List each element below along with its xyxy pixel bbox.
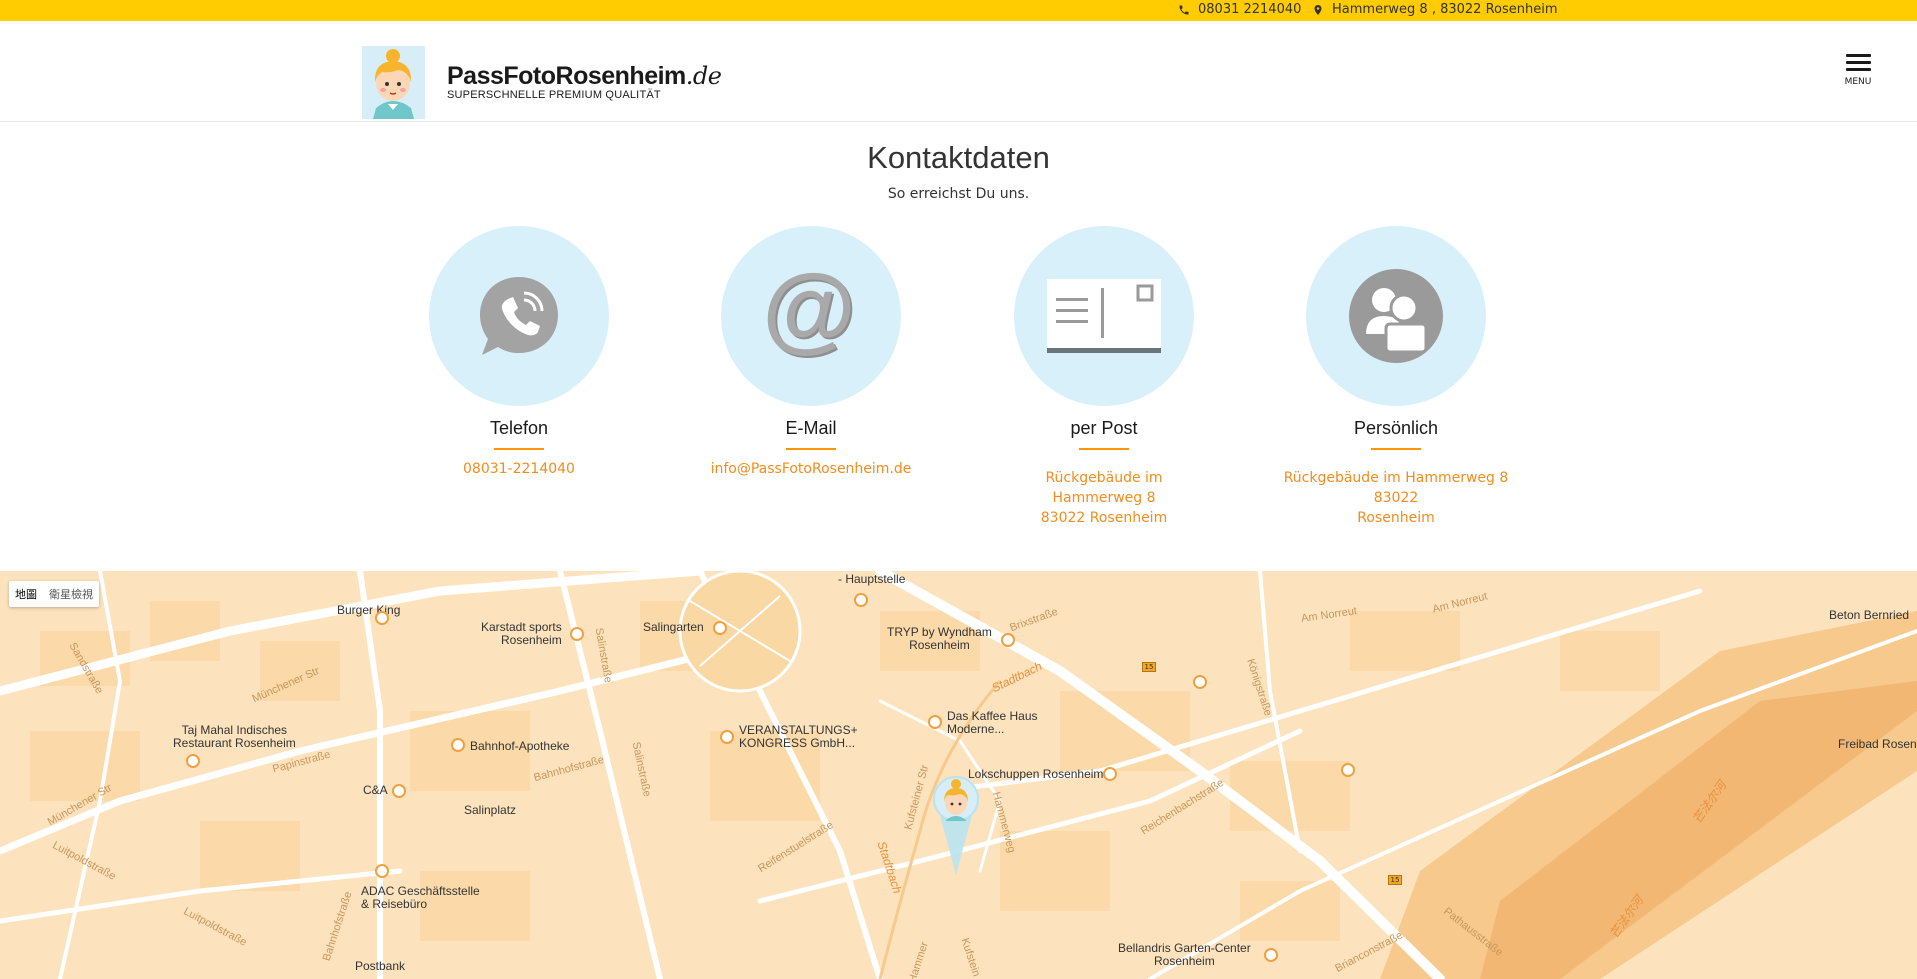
satellite-view-button[interactable]: 衛星檢視 <box>43 581 99 607</box>
contact-card-phone: Telefon 08031-2214040 <box>389 226 649 479</box>
cafe-icon[interactable] <box>928 715 942 729</box>
title-underline <box>1371 448 1421 450</box>
mascot-icon <box>362 46 425 119</box>
post-line-2: Hammerweg 8 <box>1052 490 1156 506</box>
topbar-phone[interactable]: 08031 2214040 <box>1178 2 1301 17</box>
card-title-phone: Telefon <box>489 418 549 438</box>
hamburger-icon <box>1846 54 1871 57</box>
map-view-button[interactable]: 地圖 <box>9 581 43 607</box>
post-line-3: 83022 Rosenheim <box>1040 510 1168 526</box>
top-contact-bar: 08031 2214040 Hammerweg 8 , 83022 Rosenh… <box>0 0 1917 21</box>
map-label: Freibad Rosenh <box>1838 737 1917 751</box>
topbar-address-text: Hammerweg 8 , 83022 Rosenheim <box>1332 2 1558 17</box>
personal-address-link[interactable]: Rückgebäude im Hammerweg 8 83022 Rosenhe… <box>1266 468 1526 528</box>
logo-tld: .de <box>685 62 722 90</box>
map-type-toggle: 地圖 衛星檢視 <box>9 581 99 607</box>
personal-line-2: Rosenheim <box>1357 510 1435 526</box>
phone-link[interactable]: 08031-2214040 <box>389 459 649 479</box>
topbar-phone-text: 08031 2214040 <box>1198 2 1302 17</box>
route-badge: 15 <box>1142 662 1156 672</box>
park-icon[interactable] <box>713 621 727 635</box>
venue-icon[interactable] <box>720 730 734 744</box>
shopping-icon[interactable] <box>392 784 406 798</box>
at-icon: @ @ <box>766 271 856 361</box>
post-circle[interactable] <box>1014 226 1194 406</box>
bank-icon[interactable] <box>854 593 868 607</box>
personal-circle[interactable] <box>1306 226 1486 406</box>
email-link[interactable]: info@PassFotoRosenheim.de <box>681 459 941 479</box>
topbar-address[interactable]: Hammerweg 8 , 83022 Rosenheim <box>1312 2 1558 17</box>
map-label: C&A <box>363 783 388 797</box>
svg-text:@: @ <box>766 271 856 361</box>
map-label: VERANSTALTUNGS+ KONGRESS GmbH... <box>739 723 858 750</box>
map-label: - Hauptstelle <box>838 572 906 586</box>
pharmacy-icon[interactable] <box>451 738 465 752</box>
title-underline <box>494 448 544 450</box>
person-icon <box>1349 269 1443 363</box>
route-badge: 15 <box>1388 875 1402 885</box>
email-circle[interactable]: @ @ <box>721 226 901 406</box>
phone-icon <box>1179 5 1189 14</box>
map-label: Das Kaffee Haus Moderne... <box>947 709 1038 736</box>
shopping-icon[interactable] <box>1264 948 1278 962</box>
location-pin-icon <box>1314 4 1322 15</box>
map-label: ADAC Geschäftsstelle & Reisebüro <box>361 884 480 911</box>
museum-icon[interactable] <box>1103 767 1117 781</box>
map-label: Taj Mahal Indisches Restaurant Rosenheim <box>173 723 296 750</box>
title-underline <box>1079 448 1129 450</box>
contact-card-post: per Post Rückgebäude im Hammerweg 8 8302… <box>974 226 1234 528</box>
logo-mascot[interactable] <box>362 46 425 119</box>
map-label: Salingarten <box>643 620 704 634</box>
menu-button[interactable]: MENU <box>1838 51 1878 91</box>
logo-wordmark[interactable]: PassFotoRosenheim.de SUPERSCHNELLE PREMI… <box>447 62 722 101</box>
personal-line-1: Rückgebäude im Hammerweg 8 83022 <box>1283 470 1509 506</box>
shop-icon[interactable] <box>375 864 389 878</box>
post-line-1: Rückgebäude im <box>1045 470 1163 486</box>
phone-circle[interactable] <box>429 226 609 406</box>
site-header: PassFotoRosenheim.de SUPERSCHNELLE PREMI… <box>0 21 1917 122</box>
card-title-post: per Post <box>1070 418 1138 438</box>
map-label: Lokschuppen Rosenheim <box>968 767 1104 781</box>
logo-title: PassFotoRosenheim <box>447 62 686 90</box>
map-label: Beton Bernried <box>1829 608 1910 622</box>
postcard-icon <box>1047 279 1161 353</box>
post-address-link[interactable]: Rückgebäude im Hammerweg 8 83022 Rosenhe… <box>974 468 1234 528</box>
school-icon[interactable] <box>1341 763 1355 777</box>
map-label: Salinplatz <box>464 803 517 817</box>
map-label: Bahnhof-Apotheke <box>470 739 570 753</box>
restaurant-icon[interactable] <box>375 611 389 625</box>
government-icon[interactable] <box>1193 675 1207 689</box>
contact-card-email: @ @ E-Mail info@PassFotoRosenheim.de <box>681 226 941 479</box>
card-title-email: E-Mail <box>785 418 837 438</box>
map-label: Burger King <box>337 603 401 617</box>
phone-bubble-icon <box>480 277 558 355</box>
shopping-icon[interactable] <box>570 627 584 641</box>
card-title-personal: Persönlich <box>1353 418 1439 438</box>
map-label: Karstadt sports Rosenheim <box>481 620 562 647</box>
contact-card-personal: Persönlich Rückgebäude im Hammerweg 8 83… <box>1266 226 1526 528</box>
menu-label: MENU <box>1844 77 1872 87</box>
map-label: Postbank <box>355 959 406 973</box>
page-subtitle: So erreichst Du uns. <box>887 186 1030 202</box>
title-underline <box>786 448 836 450</box>
restaurant-icon[interactable] <box>186 754 200 768</box>
location-marker-icon[interactable] <box>932 775 980 875</box>
page-title: Kontaktdaten <box>867 140 1050 175</box>
map-label: TRYP by Wyndham Rosenheim <box>887 625 992 652</box>
map-label: Bellandris Garten-Center Rosenheim <box>1118 941 1251 968</box>
